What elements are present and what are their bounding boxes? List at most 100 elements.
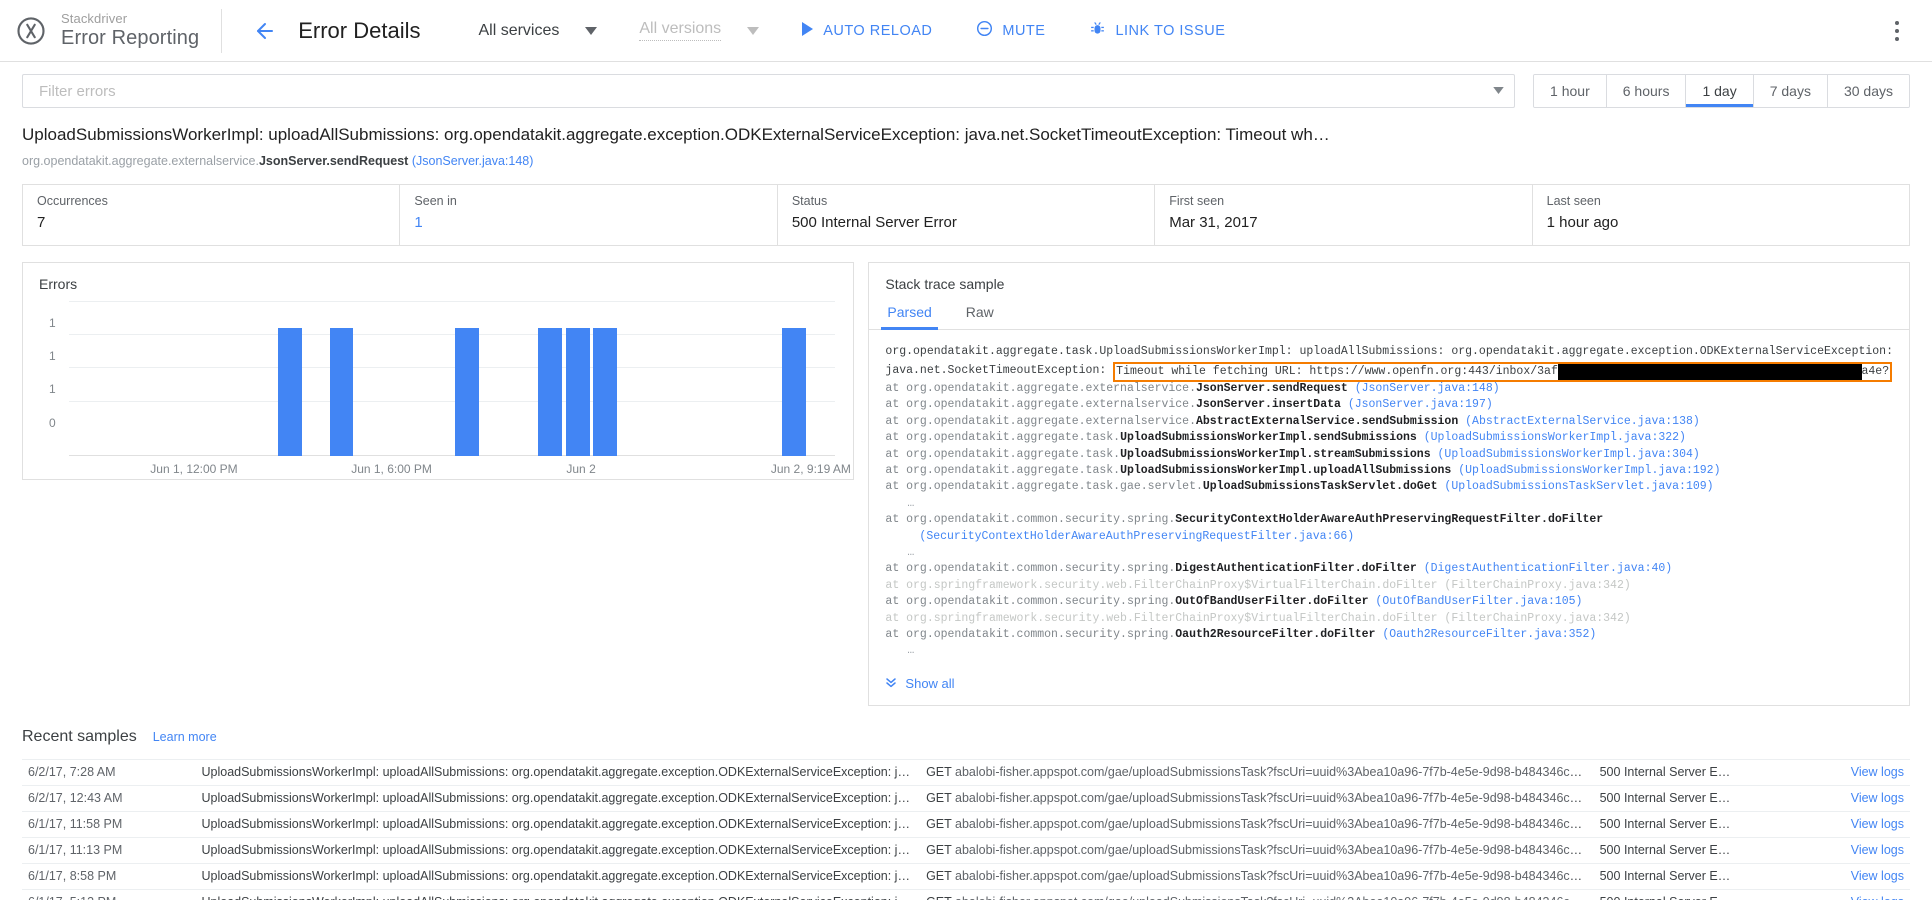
sample-http-verb: GET [926, 869, 956, 884]
chart-bar[interactable] [781, 328, 806, 457]
table-row[interactable]: 6/1/17, 11:13 PM UploadSubmissionsWorkerI… [22, 836, 1910, 864]
view-logs-link[interactable]: View logs [1797, 758, 1910, 786]
stat-value[interactable]: 1 [414, 214, 776, 231]
filter-row: 1 hour 6 hours 1 day 7 days 30 days [0, 62, 1932, 108]
brand[interactable]: Stackdriver Error Reporting [14, 11, 199, 49]
recent-samples-title: Recent samples [22, 727, 137, 745]
sample-request: GET abalobi-fisher.appspot.com/gae/uploa… [920, 758, 1594, 786]
chart-bar[interactable] [566, 328, 591, 457]
view-logs-link[interactable]: View logs [1797, 836, 1910, 864]
sample-message: UploadSubmissionsWorkerImpl: uploadAllSu… [195, 862, 921, 890]
trace-frame-package: at org.opendatakit.common.security.sprin… [885, 513, 1176, 527]
range-6-hours[interactable]: 6 hours [1606, 75, 1687, 107]
sample-request: GET abalobi-fisher.appspot.com/gae/uploa… [920, 784, 1594, 812]
trace-frame-source[interactable]: (AbstractExternalService.java:138) [1458, 415, 1700, 428]
link-to-issue-button[interactable]: LINK TO ISSUE [1089, 20, 1225, 41]
auto-reload-label: AUTO RELOAD [823, 22, 933, 39]
trace-frame-source[interactable]: (JsonServer.java:148) [1348, 382, 1500, 395]
trace-frame-source[interactable]: (UploadSubmissionsTaskServlet.java:109) [1438, 480, 1713, 493]
trace-frame-source[interactable]: (Oauth2ResourceFilter.java:352) [1375, 628, 1596, 641]
table-row[interactable]: 6/2/17, 7:28 AM UploadSubmissionsWorkerIm… [22, 758, 1910, 786]
mute-label: MUTE [1002, 22, 1046, 39]
chart-bar[interactable] [329, 328, 354, 457]
trace-frame-package: at org.opendatakit.aggregate.task.gae.se… [885, 480, 1203, 494]
view-logs-link[interactable]: View logs [1797, 862, 1910, 890]
trace-frame: at org.opendatakit.aggregate.task.Upload… [885, 463, 1893, 479]
mute-button[interactable]: MUTE [976, 20, 1045, 41]
version-selector[interactable]: All versions [639, 20, 760, 41]
trace-frame-source[interactable]: (UploadSubmissionsWorkerImpl.java:322) [1417, 431, 1686, 444]
trace-frame: at org.springframework.security.web.Filt… [885, 578, 1893, 594]
version-selector-label: All versions [639, 20, 722, 41]
range-1-hour[interactable]: 1 hour [1534, 75, 1607, 107]
sample-message: UploadSubmissionsWorkerImpl: uploadAllSu… [195, 836, 921, 864]
chart-bars [69, 306, 835, 457]
chart-y-tick: 1 [49, 315, 56, 330]
trace-frame: at org.opendatakit.aggregate.externalser… [885, 414, 1893, 430]
trace-frame-source[interactable]: (OutOfBandUserFilter.java:105) [1369, 595, 1582, 608]
trace-frame-list: at org.opendatakit.aggregate.externalser… [885, 381, 1893, 660]
table-row[interactable]: 6/1/17, 5:13 PMUploadSubmissionsWorkerIm… [22, 888, 1910, 900]
trace-exception-type: java.net.SocketTimeoutException: [885, 363, 1107, 377]
trace-frame-source[interactable]: (DigestAuthenticationFilter.java:40) [1417, 562, 1672, 575]
sample-request: GET abalobi-fisher.appspot.com/gae/uploa… [920, 888, 1594, 900]
trace-frame-source[interactable]: (FilterChainProxy.java:342) [1438, 612, 1630, 625]
range-30-days[interactable]: 30 days [1827, 75, 1909, 107]
trace-frame-source[interactable]: (UploadSubmissionsWorkerImpl.java:192) [1451, 464, 1720, 477]
error-function: JsonServer.sendRequest [258, 154, 409, 169]
panels-row: Errors 1 1 1 0 Jun 1, 12:00 PM Jun 1, 6:00 P… [22, 262, 1910, 706]
chevron-double-down-icon [885, 676, 897, 690]
trace-frame-package: at org.opendatakit.aggregate.externalser… [885, 381, 1196, 395]
chart-bar[interactable] [593, 328, 617, 457]
sample-message: UploadSubmissionsWorkerImpl: uploadAllSu… [195, 784, 921, 812]
back-arrow-icon[interactable] [248, 14, 282, 48]
error-source-location[interactable]: (JsonServer.java:148) [412, 154, 534, 168]
trace-frame-source[interactable]: (FilterChainProxy.java:342) [1438, 579, 1630, 592]
sample-url: abalobi-fisher.appspot.com/gae/uploadSub… [955, 869, 1594, 884]
trace-frame-source[interactable]: (SecurityContextHolderAwareAuthPreservin… [919, 530, 1354, 543]
view-logs-link[interactable]: View logs [1797, 784, 1910, 812]
table-row[interactable]: 6/1/17, 8:58 PM UploadSubmissionsWorkerIm… [22, 862, 1910, 890]
chart-bar[interactable] [278, 328, 302, 457]
stack-trace-body: org.opendatakit.aggregate.task.UploadSub… [869, 330, 1909, 660]
learn-more-link[interactable]: Learn more [153, 730, 217, 744]
chevron-down-icon[interactable] [1493, 85, 1504, 97]
trace-frame-method: Oauth2ResourceFilter.doFilter [1175, 628, 1376, 641]
table-row[interactable]: 6/1/17, 11:58 PM UploadSubmissionsWorkerI… [22, 810, 1910, 838]
show-all-button[interactable]: Show all [869, 660, 1909, 691]
chart-bar[interactable] [538, 328, 562, 457]
trace-frame-package: at org.opendatakit.aggregate.externalser… [885, 398, 1196, 412]
error-heading: UploadSubmissionsWorkerImpl: uploadAllSu… [0, 108, 1932, 168]
stack-trace-panel: Stack trace sample Parsed Raw org.openda… [868, 262, 1910, 706]
view-logs-link[interactable]: View logs [1797, 810, 1910, 838]
service-selector[interactable]: All services [478, 22, 598, 40]
trace-frame-package: at org.opendatakit.common.security.sprin… [885, 628, 1176, 641]
auto-reload-button[interactable]: AUTO RELOAD [801, 21, 933, 40]
range-7-days[interactable]: 7 days [1753, 75, 1828, 107]
errors-chart-title: Errors [39, 276, 78, 293]
trace-frame-method: AbstractExternalService.sendSubmission [1195, 414, 1459, 428]
filter-errors-box[interactable] [22, 74, 1516, 108]
range-1-day[interactable]: 1 day [1686, 75, 1754, 107]
sample-timestamp: 6/2/17, 12:43 AM [22, 784, 196, 812]
view-logs-link[interactable]: View logs [1797, 888, 1910, 900]
table-row[interactable]: 6/2/17, 12:43 AM UploadSubmissionsWorkerI… [22, 784, 1910, 812]
trace-frame-package: at org.springframework.security.web. [885, 578, 1134, 592]
brand-product-line: Stackdriver [61, 11, 128, 27]
sample-timestamp: 6/1/17, 5:13 PM [22, 888, 196, 900]
app-bar: Stackdriver Error Reporting Error Detail… [0, 0, 1932, 62]
page-title: Error Details [298, 17, 421, 43]
more-vert-icon[interactable] [1882, 14, 1912, 48]
trace-frame-source[interactable]: (JsonServer.java:197) [1341, 398, 1493, 411]
error-title: UploadSubmissionsWorkerImpl: uploadAllSu… [22, 125, 1330, 144]
header-divider [221, 8, 223, 53]
trace-frame-package: at org.opendatakit.aggregate.task. [885, 447, 1121, 461]
search-input[interactable] [37, 81, 1494, 101]
stat-label: Last seen [1546, 194, 1601, 209]
sample-url: abalobi-fisher.appspot.com/gae/uploadSub… [955, 843, 1594, 858]
trace-frame-source[interactable]: (UploadSubmissionsWorkerImpl.java:304) [1431, 448, 1700, 461]
chart-bar[interactable] [455, 328, 480, 457]
trace-frame: at org.opendatakit.common.security.sprin… [885, 594, 1893, 610]
tab-raw[interactable]: Raw [964, 298, 996, 329]
tab-parsed[interactable]: Parsed [881, 298, 939, 331]
